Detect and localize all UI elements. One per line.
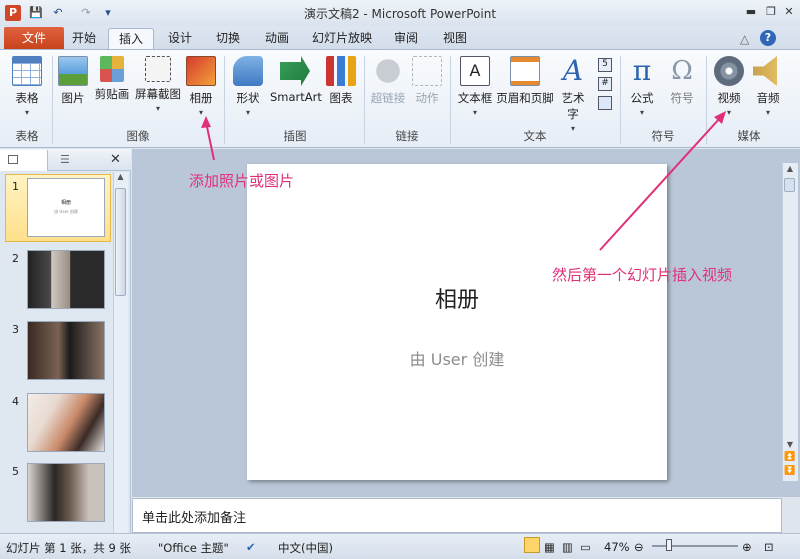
video-arrow: [599, 117, 721, 251]
album-annotation: 添加照片或图片: [189, 172, 295, 190]
album-arrow: [205, 121, 215, 161]
album-arrowhead: [201, 116, 211, 128]
video-annotation: 然后第一个幻灯片插入视频: [552, 266, 733, 284]
